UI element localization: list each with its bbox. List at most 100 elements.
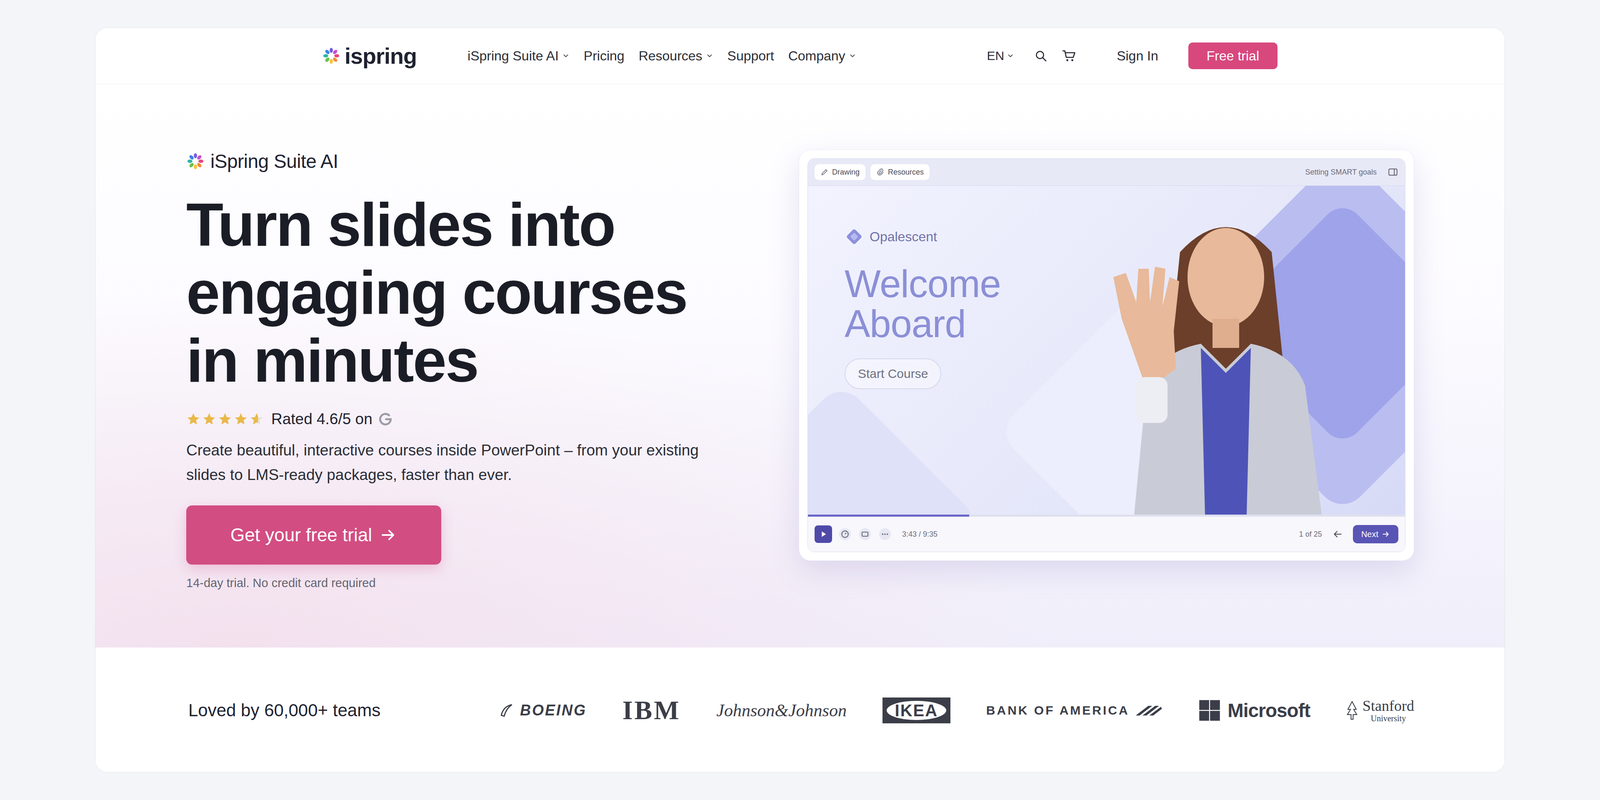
star-icon (186, 412, 201, 427)
more-icon[interactable] (877, 527, 893, 542)
arrow-right-icon (379, 526, 398, 544)
paperclip-icon (876, 167, 885, 177)
menu-label: Pricing (583, 47, 625, 65)
page-counter: 1 of 25 (1299, 529, 1323, 539)
microsoft-squares-icon (1198, 699, 1221, 722)
brand-name: Opalescent (869, 228, 938, 245)
toolbar-button[interactable]: Resources (870, 164, 930, 180)
client-logo: Microsoft (1198, 699, 1310, 722)
play-button[interactable] (814, 525, 833, 543)
main-menu: iSpring Suite AI Pricing Resources Support C… (467, 44, 857, 68)
client-name: BOEING (520, 701, 587, 720)
search-icon[interactable] (1034, 49, 1048, 63)
hero-text: iSpring Suite AI Turn slides intoengaging… (186, 149, 778, 591)
sidebar-toggle-icon (1387, 166, 1399, 178)
chevron-down-icon (1006, 52, 1015, 60)
chevron-down-icon (562, 52, 570, 60)
client-logo: BANK OF AMERICA (986, 702, 1163, 719)
boeing-swoosh-icon (497, 700, 517, 720)
client-logo: StanfordUniversity (1345, 697, 1415, 723)
hero-title: Turn slides intoengaging coursesin minut… (186, 190, 778, 395)
chevron-down-icon (705, 52, 714, 60)
speed-icon[interactable] (837, 527, 853, 542)
client-logo: IBM (622, 695, 681, 725)
star-icon (202, 412, 217, 427)
pencil-icon (820, 167, 829, 177)
toolbar-button[interactable]: Drawing (814, 164, 866, 180)
rating-text: Rated 4.6/5 on (271, 409, 373, 429)
boa-flag-icon (1133, 702, 1163, 718)
stanford-tree-icon (1345, 700, 1359, 721)
cart-icon[interactable] (1061, 48, 1077, 64)
rating-stars (186, 412, 264, 427)
language-select[interactable]: EN (986, 44, 1015, 68)
cta-label: Get your free trial (230, 524, 373, 546)
hero-description: Create beautiful, interactive courses in… (186, 437, 733, 488)
client-name: IKEA (886, 700, 947, 720)
menu-item[interactable]: Support (727, 44, 775, 68)
clients-title: Loved by 60,000+ teams (188, 699, 381, 722)
client-logo: BOEING (497, 700, 587, 720)
star-fill-icon (233, 412, 248, 427)
nav-right: EN Sign In Free trial (986, 42, 1278, 70)
toolbar-label: Drawing (832, 167, 860, 177)
slide-heading: WelcomeAboard (844, 263, 1001, 344)
client-name: Stanford (1362, 697, 1415, 714)
sign-in-link[interactable]: Sign In (1116, 47, 1159, 65)
diamond-logo-icon (844, 227, 864, 247)
slide-content: Opalescent WelcomeAboard Start Course (807, 185, 1405, 390)
star-fill-icon (202, 412, 217, 427)
ispring-logo[interactable]: ispring (322, 43, 417, 69)
ispring-flower-icon (186, 152, 205, 171)
player-toolbar: DrawingResourcesSetting SMART goals (807, 158, 1405, 186)
arrow-right-icon (1381, 530, 1390, 539)
start-course-button[interactable]: Start Course (844, 358, 942, 390)
client-name: Microsoft (1227, 699, 1310, 722)
captions-icon[interactable] (857, 527, 873, 542)
star-icon (217, 412, 233, 427)
slide-brand: Opalescent (844, 226, 938, 248)
menu-item[interactable]: Resources (638, 44, 714, 68)
hero-title-line: in minutes (186, 326, 778, 395)
chevron-down-icon (848, 52, 857, 60)
menu-item[interactable]: Company (788, 44, 857, 68)
slide-heading-line: Aboard (844, 303, 1001, 344)
star-icon (249, 412, 264, 427)
course-preview: DrawingResourcesSetting SMART goalsOpale… (798, 149, 1415, 561)
star-fill-icon (217, 412, 233, 427)
client-logos: BOEING IBM Johnson&Johnson IKEA BANK OF AMER… (497, 695, 1415, 725)
top-nav: ispring iSpring Suite AI Pricing Resources S… (95, 27, 1505, 85)
presenter-photo (1096, 193, 1355, 515)
arrow-left-icon[interactable] (1332, 528, 1343, 540)
player-controls: 3:43 / 9:35 1 of 25 Next (807, 514, 1405, 552)
ispring-flower-icon (322, 46, 341, 65)
rating: Rated 4.6/5 on (186, 408, 778, 430)
play-icon (818, 529, 828, 539)
menu-item[interactable]: Pricing (583, 44, 625, 68)
language-label: EN (986, 47, 1005, 65)
menu-item[interactable]: iSpring Suite AI (467, 44, 570, 68)
next-label: Next (1361, 529, 1379, 540)
player-window: DrawingResourcesSetting SMART goalsOpale… (807, 158, 1406, 553)
time-display: 3:43 / 9:35 (902, 529, 938, 539)
menu-label: Support (727, 47, 775, 65)
progress-fill (807, 514, 970, 517)
slide-heading-line: Welcome (844, 263, 1001, 304)
next-button[interactable]: Next (1352, 525, 1399, 544)
toolbar-label: Resources (887, 167, 924, 177)
progress-track (807, 514, 1405, 517)
menu-label: iSpring Suite AI (467, 47, 559, 65)
hero-title-line: Turn slides into (186, 190, 778, 259)
logo-text: ispring (344, 43, 417, 69)
free-trial-cta[interactable]: Get your free trial (186, 505, 442, 565)
star-icon (233, 412, 248, 427)
slide-shape (807, 381, 983, 515)
product-eyebrow: iSpring Suite AI (186, 149, 778, 173)
trial-note: 14-day trial. No credit card required (186, 575, 778, 591)
client-logo: Johnson&Johnson (716, 700, 847, 721)
star-fill-icon (186, 412, 201, 427)
client-name: IBM (622, 695, 681, 725)
stanford-wordmark: StanfordUniversity (1362, 697, 1415, 723)
free-trial-button[interactable]: Free trial (1188, 42, 1278, 70)
menu-label: Company (788, 47, 846, 65)
